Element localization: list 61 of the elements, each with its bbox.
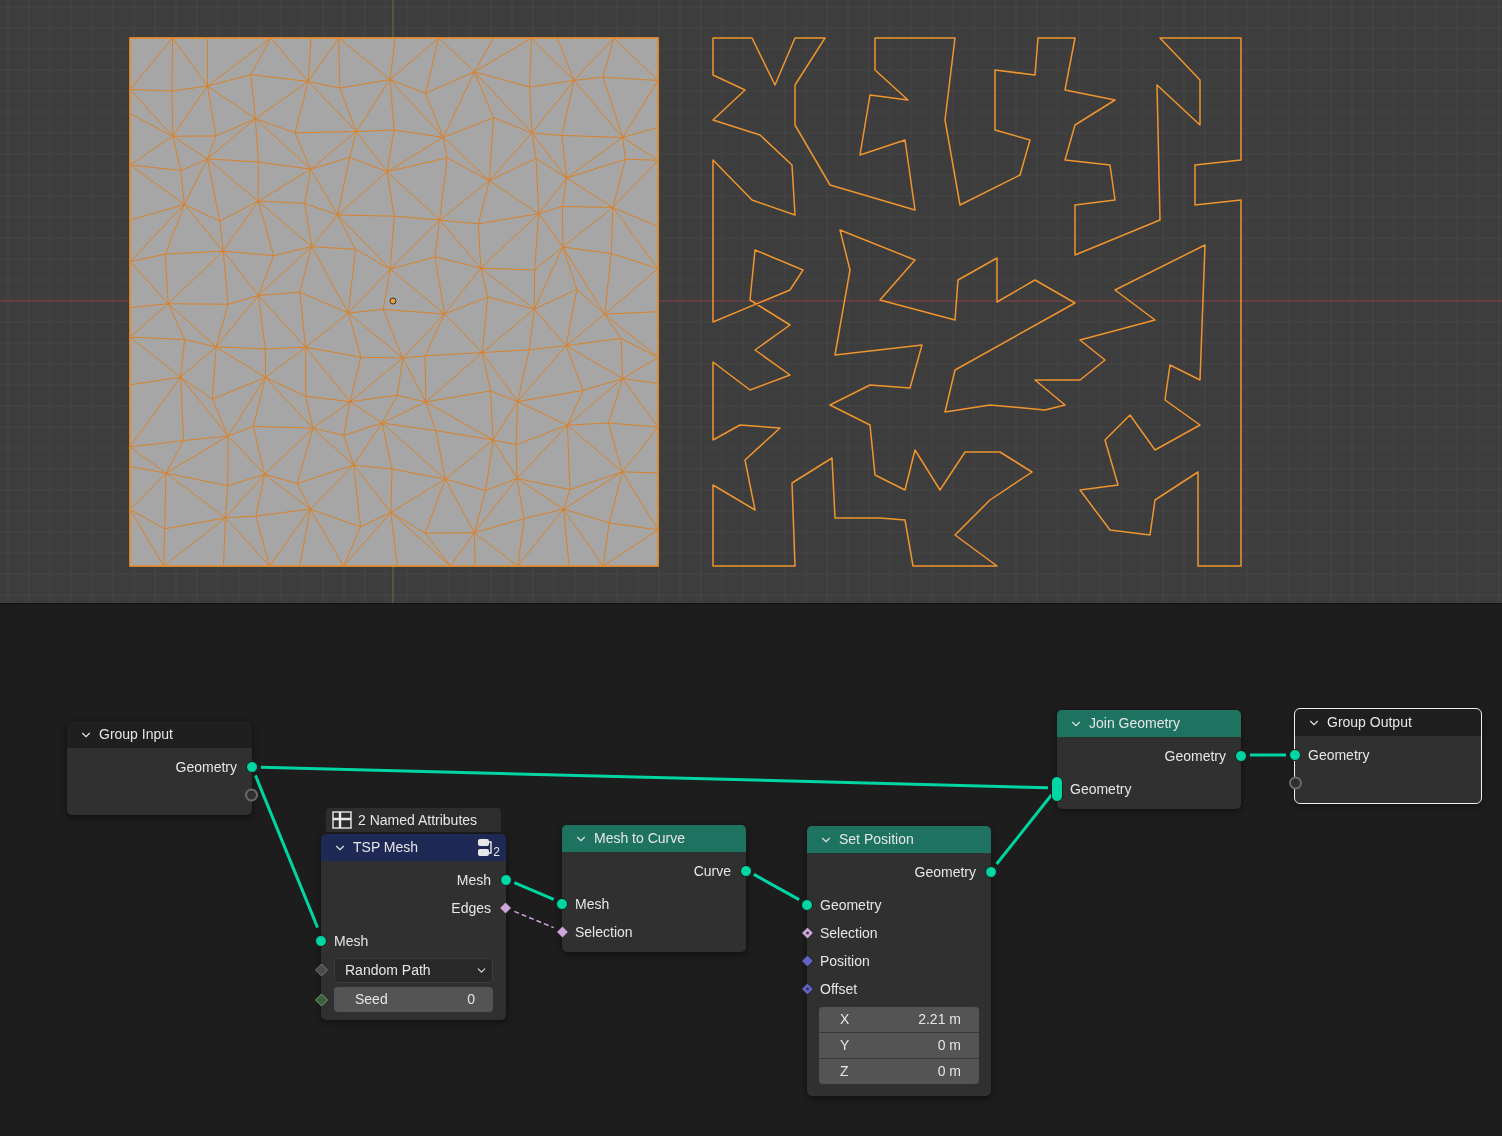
socket-label: Selection xyxy=(575,922,633,942)
node-header[interactable]: Group Output xyxy=(1295,709,1481,736)
node-card[interactable]: Set Position Geometry Geometry Selection Position Offset X 2.21 m Y 0 m Z 0 m xyxy=(807,826,991,1096)
vector-component-field[interactable]: Y 0 m xyxy=(819,1033,979,1058)
link-line[interactable] xyxy=(995,794,1053,865)
socket-handle[interactable] xyxy=(801,926,814,940)
socket-label: Geometry xyxy=(1070,779,1132,799)
dropdown-field[interactable]: Random Path xyxy=(334,957,493,983)
socket-handle[interactable] xyxy=(499,901,512,915)
node-title: Join Geometry xyxy=(1089,714,1182,733)
socket-label: Selection xyxy=(820,923,878,943)
node-card[interactable]: TSP Mesh 2 Mesh Edges Mesh Random Path Seed 0 xyxy=(321,834,506,1020)
socket-handle[interactable] xyxy=(315,935,327,947)
socket-handle[interactable] xyxy=(556,925,569,939)
socket-handle[interactable] xyxy=(1051,776,1063,802)
socket-handle[interactable] xyxy=(315,963,328,977)
socket-label: Geometry xyxy=(914,862,976,882)
node-group-icon xyxy=(477,837,494,858)
link-line[interactable] xyxy=(753,873,800,901)
node-header[interactable]: Set Position xyxy=(807,826,991,853)
node-header[interactable]: Group Input xyxy=(67,721,252,748)
node-card[interactable]: Group Output Geometry xyxy=(1295,709,1481,803)
socket-label: Geometry xyxy=(175,757,237,777)
badge-label: 2 Named Attributes xyxy=(358,810,478,830)
node-card[interactable]: Mesh to Curve Curve Mesh Selection xyxy=(562,825,746,952)
socket-handle[interactable] xyxy=(801,899,813,911)
link-line[interactable] xyxy=(513,910,555,929)
user-count: 2 xyxy=(493,845,500,858)
socket-label: Geometry xyxy=(1164,746,1226,766)
link-line[interactable] xyxy=(254,774,319,929)
socket-label: Mesh xyxy=(575,894,610,914)
node-title: Group Output xyxy=(1327,713,1413,732)
socket-handle[interactable] xyxy=(315,993,328,1006)
node-card[interactable]: Group Input Geometry xyxy=(67,721,252,815)
node-header[interactable]: Mesh to Curve xyxy=(562,825,746,852)
node-header[interactable]: Join Geometry xyxy=(1057,710,1241,737)
node-title: Set Position xyxy=(839,830,915,849)
vector-component-field[interactable]: X 2.21 m xyxy=(819,1007,979,1032)
socket-label: Mesh xyxy=(334,931,369,951)
socket-label: Position xyxy=(820,951,870,971)
socket-handle[interactable] xyxy=(801,954,814,968)
socket-label: Geometry xyxy=(1308,745,1370,765)
socket-label: Edges xyxy=(451,898,491,918)
socket-label: Mesh xyxy=(456,870,491,890)
node-header[interactable]: TSP Mesh 2 xyxy=(321,834,506,861)
socket-handle[interactable] xyxy=(801,982,814,996)
link-line[interactable] xyxy=(513,881,555,901)
node-title: TSP Mesh xyxy=(353,838,420,857)
vector-component-field[interactable]: Z 0 m xyxy=(819,1059,979,1084)
socket-label: Curve xyxy=(693,861,731,881)
number-field[interactable]: Seed 0 xyxy=(334,987,493,1012)
link-line[interactable] xyxy=(260,765,1049,790)
node-title: Mesh to Curve xyxy=(594,829,687,848)
attribute-icon xyxy=(332,811,352,829)
node-card[interactable]: Join Geometry Geometry Geometry xyxy=(1057,710,1241,809)
socket-handle[interactable] xyxy=(556,898,568,910)
node-title: Group Input xyxy=(99,725,174,744)
socket-label: Geometry xyxy=(820,895,882,915)
socket-handle[interactable] xyxy=(1289,749,1301,761)
socket-label: Offset xyxy=(820,979,858,999)
attribute-badge[interactable]: 2 Named Attributes xyxy=(326,808,501,832)
